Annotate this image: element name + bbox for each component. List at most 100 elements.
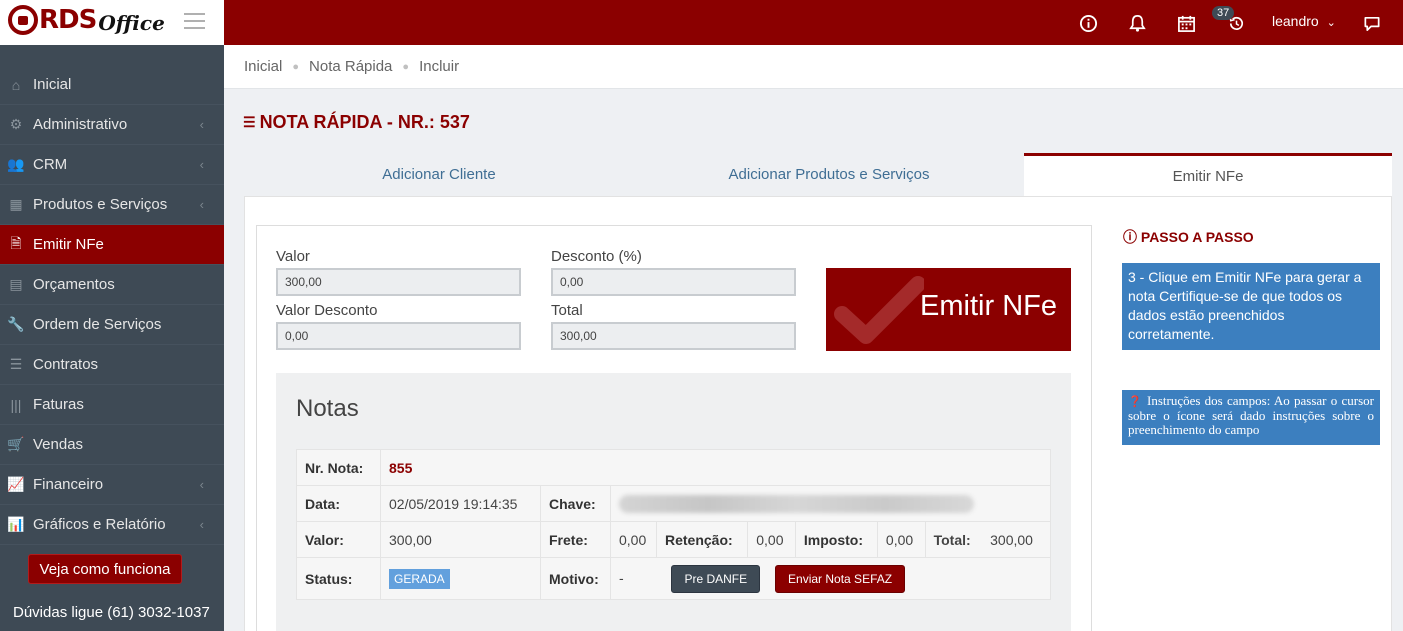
frete-label: Frete: xyxy=(540,521,611,558)
sidebar-item-label: Vendas xyxy=(33,436,84,453)
sidebar-item-faturas[interactable]: ||| Faturas xyxy=(0,385,224,425)
valor-desconto-field[interactable] xyxy=(276,322,521,350)
sidebar-item-label: Produtos e Serviços xyxy=(33,196,168,213)
line-chart-icon: 📈 xyxy=(7,476,25,492)
status-badge: GERADA xyxy=(389,568,450,589)
tab-adicionar-cliente[interactable]: Adicionar Cliente xyxy=(244,153,634,196)
total-label: Total: xyxy=(933,531,971,548)
total-value: 300,00 xyxy=(990,531,1033,548)
logo-chair-icon xyxy=(8,5,38,35)
total-field[interactable] xyxy=(551,322,796,350)
sidebar-item-label: Administrativo xyxy=(33,116,128,133)
list-icon: ☰ xyxy=(9,356,23,372)
pre-danfe-button[interactable]: Pre DANFE xyxy=(671,564,761,593)
breadcrumb-item-incluir: Incluir xyxy=(419,58,460,75)
breadcrumb-separator: ● xyxy=(402,60,410,73)
info-icon[interactable] xyxy=(1077,12,1099,34)
chevron-left-icon: ‹ xyxy=(199,197,204,212)
logo-bar: RDS Office xyxy=(0,0,224,45)
desconto-field[interactable] xyxy=(551,268,796,296)
question-circle-icon: ❓ xyxy=(1128,395,1143,408)
hamburger-menu-icon[interactable] xyxy=(184,13,205,29)
bell-icon[interactable] xyxy=(1126,12,1148,34)
notas-table: Nr. Nota: 855 Data: 02/05/2019 19:14:35 … xyxy=(296,449,1052,600)
frete-value: 0,00 xyxy=(610,521,657,558)
sidebar-item-crm[interactable]: 👥 CRM ‹ xyxy=(0,145,224,185)
sidebar-item-label: Gráficos e Relatório xyxy=(33,516,166,533)
sidebar-item-label: Contratos xyxy=(33,356,99,373)
total-label: Total xyxy=(551,302,583,319)
checkmark-icon xyxy=(834,276,924,344)
nr-nota-label: Nr. Nota: xyxy=(296,449,381,486)
user-name: leandro xyxy=(1272,13,1319,29)
chevron-left-icon: ‹ xyxy=(199,477,204,492)
logo-text-office: Office xyxy=(98,11,165,35)
sidebar-item-ordem-servicos[interactable]: 🔧 Ordem de Serviços xyxy=(0,305,224,345)
breadcrumb: Inicial ● Nota Rápida ● Incluir xyxy=(244,58,459,75)
emitir-nfe-button[interactable]: Emitir NFe xyxy=(826,268,1071,351)
passo-a-passo-text: PASSO A PASSO xyxy=(1140,229,1254,245)
veja-como-funciona-button[interactable]: Veja como funciona xyxy=(28,554,182,584)
user-menu[interactable]: leandro ⌄ xyxy=(1272,13,1336,29)
instructions-box: ❓ Instruções dos campos: Ao passar o cur… xyxy=(1122,390,1380,445)
chave-label: Chave: xyxy=(540,485,611,522)
top-bar: 37 leandro ⌄ xyxy=(224,0,1403,45)
status-label: Status: xyxy=(296,557,381,600)
sidebar-item-orcamentos[interactable]: ▤ Orçamentos xyxy=(0,265,224,305)
sidebar-item-vendas[interactable]: 🛒 Vendas xyxy=(0,425,224,465)
table-row: Status: GERADA Motivo: - Pre DANFE Envia… xyxy=(296,557,1051,600)
sidebar-item-financeiro[interactable]: 📈 Financeiro ‹ xyxy=(0,465,224,505)
valor-field[interactable] xyxy=(276,268,521,296)
breadcrumb-item-inicial[interactable]: Inicial xyxy=(244,58,282,75)
wrench-icon: 🔧 xyxy=(7,316,25,332)
sidebar-item-label: Faturas xyxy=(33,396,84,413)
total-cell: Total: 300,00 xyxy=(924,521,1052,558)
calendar-icon[interactable] xyxy=(1175,12,1197,34)
tab-emitir-nfe[interactable]: Emitir NFe xyxy=(1024,153,1392,196)
valor-label: Valor: xyxy=(296,521,381,558)
valor-label: Valor xyxy=(276,248,310,265)
sidebar-item-contratos[interactable]: ☰ Contratos xyxy=(0,345,224,385)
sidebar: RDS Office ⌂ Inicial ⚙ Administrativo ‹ 👥 CR… xyxy=(0,0,224,631)
desconto-label: Desconto (%) xyxy=(551,248,642,265)
info-circle-icon: ⓘ xyxy=(1123,229,1137,245)
file-code-icon: 🗎 xyxy=(10,234,22,251)
breadcrumb-item-nota-rapida[interactable]: Nota Rápida xyxy=(309,58,392,75)
sidebar-item-label: Orçamentos xyxy=(33,276,115,293)
sidebar-item-inicial[interactable]: ⌂ Inicial xyxy=(0,65,224,105)
logo-text: RDS xyxy=(39,5,97,35)
retencao-value: 0,00 xyxy=(747,521,796,558)
emitir-nfe-label: Emitir NFe xyxy=(920,290,1057,322)
table-row: Nr. Nota: 855 xyxy=(296,449,1051,486)
notas-title: Notas xyxy=(296,395,359,422)
tab-adicionar-produtos[interactable]: Adicionar Produtos e Serviços xyxy=(634,153,1024,196)
table-row: Data: 02/05/2019 19:14:35 Chave: xyxy=(296,485,1051,522)
sidebar-item-emitir-nfe[interactable]: 🗎 Emitir NFe xyxy=(0,225,224,265)
sidebar-item-graficos[interactable]: 📊 Gráficos e Relatório ‹ xyxy=(0,505,224,545)
nr-nota-value: 855 xyxy=(380,449,1051,486)
notification-badge: 37 xyxy=(1212,6,1235,20)
gear-icon: ⚙ xyxy=(9,116,23,132)
motivo-cell: - Pre DANFE Enviar Nota SEFAZ xyxy=(610,557,1051,600)
list-icon: ☰ xyxy=(243,114,256,130)
retencao-label: Retenção: xyxy=(655,521,749,558)
sidebar-item-produtos[interactable]: ▦ Produtos e Serviços ‹ xyxy=(0,185,224,225)
document-icon: ▤ xyxy=(9,276,23,292)
chat-icon[interactable] xyxy=(1361,12,1383,34)
sidebar-item-administrativo[interactable]: ⚙ Administrativo ‹ xyxy=(0,105,224,145)
enviar-nota-sefaz-button[interactable]: Enviar Nota SEFAZ xyxy=(775,564,906,593)
chave-redacted xyxy=(619,494,974,513)
notas-section: Notas Nr. Nota: 855 Data: 02/05/2019 19:… xyxy=(276,373,1071,631)
bar-chart-icon: 📊 xyxy=(7,516,25,532)
sidebar-item-label: Emitir NFe xyxy=(33,236,104,253)
passo-a-passo-title: ⓘ PASSO A PASSO xyxy=(1123,227,1254,247)
instructions-text: Instruções dos campos: Ao passar o curso… xyxy=(1128,393,1374,437)
step-info-box: 3 - Clique em Emitir NFe para gerar a no… xyxy=(1122,263,1380,350)
sidebar-item-label: CRM xyxy=(33,156,68,173)
data-value: 02/05/2019 19:14:35 xyxy=(380,485,541,522)
logo[interactable]: RDS Office xyxy=(8,5,165,35)
sidebar-menu: ⌂ Inicial ⚙ Administrativo ‹ 👥 CRM ‹ ▦ Produto… xyxy=(0,65,224,545)
cubes-icon: ▦ xyxy=(9,196,23,212)
imposto-value: 0,00 xyxy=(876,521,926,558)
motivo-value: - xyxy=(619,569,624,586)
